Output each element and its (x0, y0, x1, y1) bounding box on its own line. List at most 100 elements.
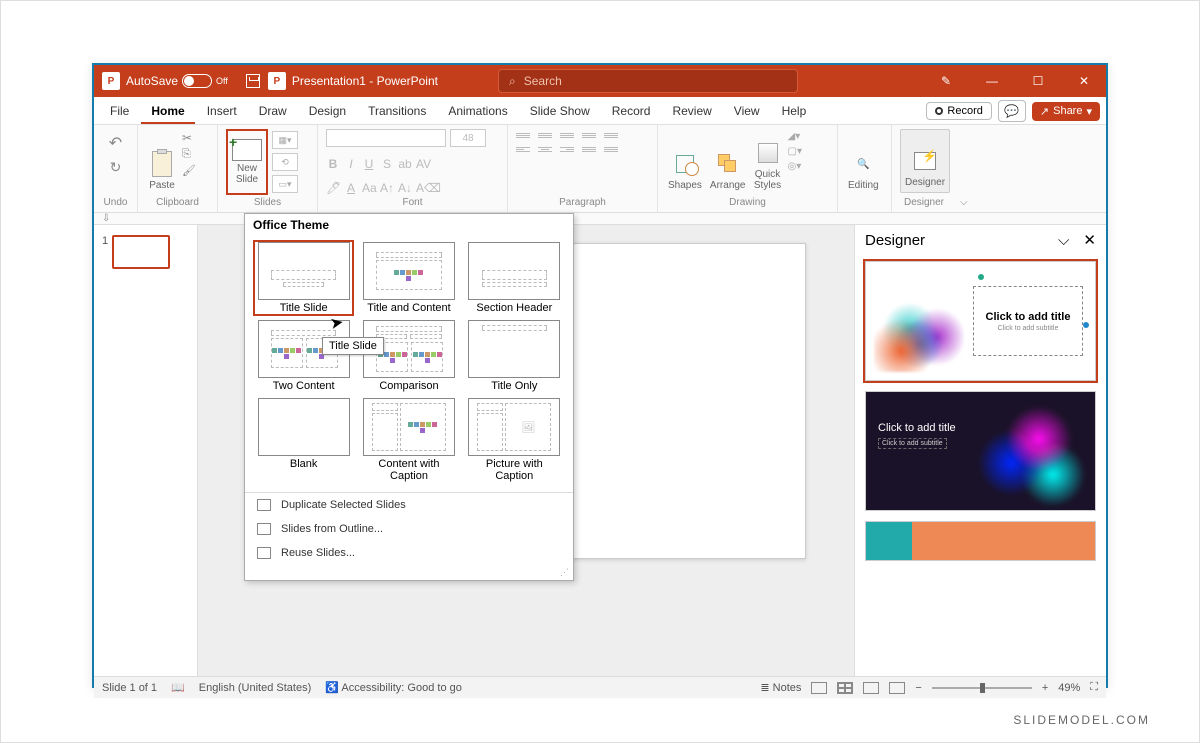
sorter-view-icon[interactable] (837, 682, 853, 694)
record-button[interactable]: Record (926, 102, 991, 120)
undo-group-label: Undo (102, 197, 129, 210)
duplicate-slides-item[interactable]: Duplicate Selected Slides (245, 493, 573, 517)
tab-review[interactable]: Review (662, 100, 721, 124)
zoom-slider[interactable] (932, 687, 1032, 689)
columns-icon[interactable] (604, 147, 618, 157)
pen-icon[interactable]: ✎ (924, 65, 968, 97)
indent-dec-icon[interactable] (560, 133, 574, 143)
layout-picture-caption[interactable]: 🖼 Picture with Caption (464, 396, 565, 484)
cut-icon[interactable]: ✂ (182, 131, 196, 145)
comments-button[interactable]: 💬 (998, 100, 1026, 122)
redo-icon[interactable]: ↻ (110, 159, 122, 176)
shapes-button[interactable]: Shapes (666, 129, 704, 193)
notes-button[interactable]: ≣ Notes (760, 681, 801, 694)
clear-format-icon[interactable]: A⌫ (416, 181, 430, 195)
reading-view-icon[interactable] (863, 682, 879, 694)
font-color-icon[interactable]: A (344, 181, 358, 195)
design-suggestion-1[interactable]: Click to add title Click to add subtitle (865, 261, 1096, 381)
arrange-button[interactable]: Arrange (708, 129, 748, 193)
tab-record[interactable]: Record (602, 100, 661, 124)
save-icon[interactable] (246, 74, 260, 88)
italic-icon[interactable]: I (344, 157, 358, 171)
format-painter-icon[interactable]: 🖌 (182, 164, 196, 177)
bold-icon[interactable]: B (326, 157, 340, 171)
highlight-icon[interactable]: 🖊 (326, 181, 340, 195)
char-spacing-icon[interactable]: AV (416, 157, 430, 171)
paste-button[interactable]: Paste (146, 129, 178, 193)
search-input[interactable]: ⌕ Search (498, 69, 798, 93)
tab-help[interactable]: Help (772, 100, 817, 124)
autosave-toggle[interactable]: AutoSave Off (126, 74, 228, 88)
copy-icon[interactable]: ⎘ (182, 148, 196, 161)
collapse-ribbon-icon[interactable]: ⌵ (960, 197, 968, 208)
chevron-down-icon[interactable]: ⌵ (1058, 232, 1069, 249)
layout-comparison[interactable]: Comparison (358, 318, 459, 394)
tab-draw[interactable]: Draw (249, 100, 297, 124)
layout-title-content[interactable]: Title and Content (358, 240, 459, 316)
share-button[interactable]: ↗Share▾ (1032, 102, 1100, 121)
tab-design[interactable]: Design (299, 100, 356, 124)
minimize-button[interactable]: — (970, 65, 1014, 97)
shadow-icon[interactable]: ab (398, 157, 412, 171)
layout-content-caption[interactable]: Content with Caption (358, 396, 459, 484)
slide-counter[interactable]: Slide 1 of 1 (102, 682, 157, 694)
tab-home[interactable]: Home (141, 100, 194, 124)
fit-window-icon[interactable]: ⛶ (1090, 681, 1098, 694)
dot-icon (1083, 322, 1089, 328)
font-group-label: Font (326, 197, 499, 210)
close-pane-icon[interactable]: ✕ (1083, 231, 1096, 249)
maximize-button[interactable]: ☐ (1016, 65, 1060, 97)
accessibility-status[interactable]: ♿ Accessibility: Good to go (325, 681, 462, 694)
tab-view[interactable]: View (724, 100, 770, 124)
reset-icon[interactable]: ⟲ (272, 153, 298, 171)
quick-styles-button[interactable]: Quick Styles (752, 129, 784, 193)
designer-button[interactable]: ⚡ Designer (900, 129, 950, 193)
new-slide-button[interactable]: New Slide (226, 129, 268, 195)
grow-font-icon[interactable]: A↑ (380, 181, 394, 195)
thumbnail-item[interactable]: 1 (102, 235, 189, 269)
zoom-level[interactable]: 49% (1058, 682, 1080, 694)
zoom-out-icon[interactable]: − (915, 682, 921, 694)
design-suggestion-2[interactable]: Click to add title Click to add subtitle (865, 391, 1096, 511)
font-family-select[interactable] (326, 129, 446, 147)
indent-inc-icon[interactable] (582, 133, 596, 143)
layout-icon[interactable]: ▦▾ (272, 131, 298, 149)
spell-check-icon[interactable]: 📖 (171, 681, 185, 694)
tab-animations[interactable]: Animations (438, 100, 517, 124)
normal-view-icon[interactable] (811, 682, 827, 694)
align-right-icon[interactable] (560, 147, 574, 157)
layout-blank[interactable]: Blank (253, 396, 354, 484)
section-icon[interactable]: ▭▾ (272, 175, 298, 193)
close-button[interactable]: ✕ (1062, 65, 1106, 97)
bullets-icon[interactable] (516, 133, 530, 143)
layout-title-only[interactable]: Title Only (464, 318, 565, 394)
align-left-icon[interactable] (516, 147, 530, 157)
align-center-icon[interactable] (538, 147, 552, 157)
reuse-slides-item[interactable]: Reuse Slides... (245, 541, 573, 565)
justify-icon[interactable] (582, 147, 596, 157)
line-spacing-icon[interactable] (604, 133, 618, 143)
shape-fill-icon[interactable]: ◢▾ (788, 131, 802, 142)
tab-file[interactable]: File (100, 100, 139, 124)
qat-overflow-icon[interactable]: ⇩ (102, 213, 110, 224)
numbering-icon[interactable] (538, 133, 552, 143)
shape-outline-icon[interactable]: ▢▾ (788, 146, 802, 157)
language-indicator[interactable]: English (United States) (199, 682, 312, 694)
strike-icon[interactable]: S (380, 157, 394, 171)
layout-title-slide[interactable]: Title Slide (253, 240, 354, 316)
shrink-font-icon[interactable]: A↓ (398, 181, 412, 195)
font-size-select[interactable]: 48 (450, 129, 486, 147)
underline-icon[interactable]: U (362, 157, 376, 171)
zoom-in-icon[interactable]: + (1042, 682, 1048, 694)
tab-insert[interactable]: Insert (197, 100, 247, 124)
slideshow-view-icon[interactable] (889, 682, 905, 694)
change-case-icon[interactable]: Aa (362, 181, 376, 195)
tab-slideshow[interactable]: Slide Show (520, 100, 600, 124)
slides-from-outline-item[interactable]: Slides from Outline... (245, 517, 573, 541)
design-suggestion-3[interactable] (865, 521, 1096, 561)
tab-transitions[interactable]: Transitions (358, 100, 436, 124)
undo-icon[interactable]: ↶ (109, 133, 122, 153)
editing-button[interactable]: 🔍 Editing (846, 129, 881, 193)
layout-section-header[interactable]: Section Header (464, 240, 565, 316)
shape-effects-icon[interactable]: ◎▾ (788, 161, 802, 172)
